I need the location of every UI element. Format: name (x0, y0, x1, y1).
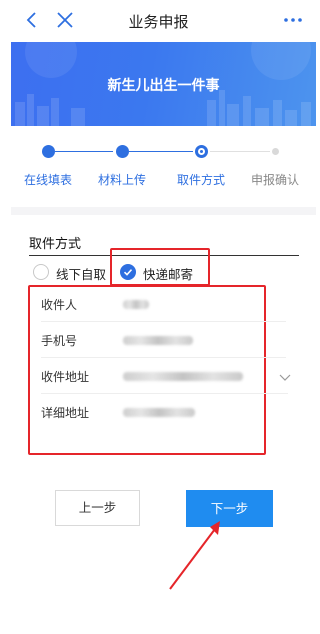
redacted-value (123, 408, 195, 417)
step-dot-done (41, 145, 55, 158)
radio-label: 线下自取 (56, 267, 107, 282)
step-label: 取件方式 (176, 173, 225, 187)
radio-unchecked-icon (33, 264, 49, 280)
redacted-value (123, 336, 193, 345)
field-label: 详细地址 (41, 406, 90, 420)
step-dot-done (115, 145, 129, 158)
step-label: 申报确认 (250, 173, 299, 187)
radio-self-pickup[interactable]: 线下自取 (33, 263, 113, 283)
step-connector (210, 151, 270, 152)
field-label: 收件地址 (41, 370, 90, 384)
progress-steps: 在线填表 材料上传 取件方式 申报确认 (0, 136, 317, 206)
step-label: 在线填表 (23, 173, 72, 187)
step-connector (129, 151, 193, 152)
service-banner: 新生儿出生一件事 (11, 42, 316, 126)
field-label: 收件人 (41, 298, 78, 312)
step-dot-pending (271, 148, 279, 155)
field-label: 手机号 (41, 334, 78, 348)
chevron-down-icon[interactable] (278, 369, 292, 383)
redacted-value (123, 300, 149, 309)
detailed-address-field[interactable]: 详细地址 (41, 394, 286, 430)
section-divider (11, 207, 316, 215)
phone-field[interactable]: 手机号 (41, 322, 286, 358)
step-label: 材料上传 (97, 173, 146, 187)
banner-title: 新生儿出生一件事 (107, 78, 220, 94)
page-title: 业务申报 (128, 13, 189, 31)
recipient-field[interactable]: 收件人 (41, 286, 286, 322)
top-bar: 业务申报 (0, 0, 317, 42)
highlight-box-delivery (110, 248, 210, 286)
prev-step-button[interactable]: 上一步 (55, 490, 140, 526)
pickup-section-title: 取件方式 (29, 237, 82, 252)
more-dots-icon[interactable] (281, 8, 305, 32)
redacted-value (123, 372, 243, 381)
step-dot-current (194, 145, 208, 158)
step-connector (55, 151, 113, 152)
annotation-arrow-icon (169, 521, 220, 590)
address-select[interactable]: 收件地址 (41, 358, 291, 394)
